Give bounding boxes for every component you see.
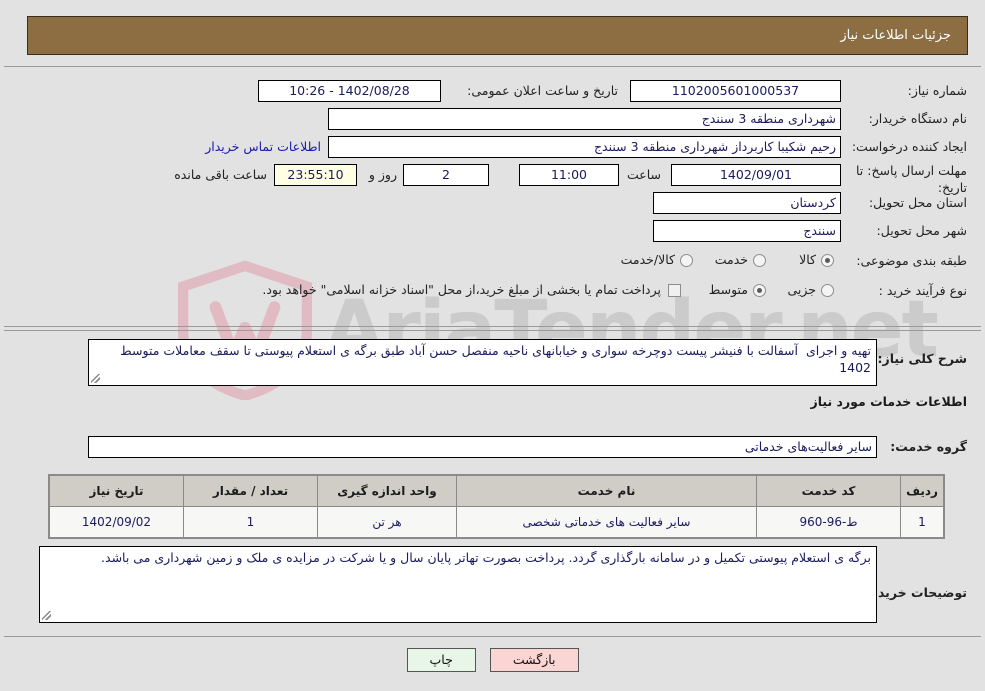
cell-service-code: ط-96-960 xyxy=(756,506,901,538)
delivery-city-field[interactable]: سنندج xyxy=(653,220,841,242)
need-number-field[interactable]: 1102005601000537 xyxy=(630,80,841,102)
page-title-text: جزئیات اطلاعات نیاز xyxy=(840,28,951,43)
need-number-label: شماره نیاز: xyxy=(907,83,967,98)
service-group-field[interactable]: سایر فعالیت‌های خدماتی xyxy=(88,436,877,458)
deadline-date-field[interactable]: 1402/09/01 xyxy=(671,164,841,186)
treasury-docs-checkbox[interactable] xyxy=(668,284,681,297)
cell-quantity: 1 xyxy=(183,506,318,538)
services-table: ردیف کد خدمت نام خدمت واحد اندازه گیری ت… xyxy=(49,475,944,538)
radio-process-motavaset-label: متوسط xyxy=(708,282,748,297)
need-description-label: شرح کلی نیاز: xyxy=(877,351,967,366)
cell-service-name: سایر فعالیت های خدماتی شخصی xyxy=(456,506,757,538)
radio-category-kala-khedmat-label: کالا/خدمت xyxy=(620,252,675,267)
print-button[interactable]: چاپ xyxy=(406,648,476,672)
back-button[interactable]: بازگشت xyxy=(489,648,579,672)
request-creator-field[interactable]: رحیم شکیبا کاربرداز شهرداری منطقه 3 سنند… xyxy=(328,136,841,158)
need-description-textarea[interactable]: تهیه و اجرای آسفالت با فنیشر پیست دوچرخه… xyxy=(88,339,877,386)
response-deadline-label: مهلت ارسال پاسخ: تا تاریخ: xyxy=(856,163,967,195)
purchase-process-label: نوع فرآیند خرید : xyxy=(878,283,967,298)
radio-category-khedmat-label: خدمت xyxy=(714,252,748,267)
radio-category-kala[interactable] xyxy=(821,254,834,267)
th-service-name: نام خدمت xyxy=(456,475,757,507)
radio-process-jozi[interactable] xyxy=(821,284,834,297)
th-need-date: تاریخ نیاز xyxy=(49,475,184,507)
deadline-time-field[interactable]: 11:00 xyxy=(519,164,619,186)
delivery-province-label: استان محل تحویل: xyxy=(868,195,967,210)
service-group-label: گروه خدمت: xyxy=(890,439,967,454)
table-header-row: ردیف کد خدمت نام خدمت واحد اندازه گیری ت… xyxy=(49,475,944,507)
delivery-province-field[interactable]: کردستان xyxy=(653,192,841,214)
subject-category-label: طبقه بندی موضوعی: xyxy=(856,253,967,268)
table-row: 1 ط-96-960 سایر فعالیت های خدماتی شخصی ه… xyxy=(49,506,944,538)
th-service-code: کد خدمت xyxy=(756,475,901,507)
buyer-contact-link[interactable]: اطلاعات تماس خریدار xyxy=(205,139,321,154)
services-section-heading: اطلاعات خدمات مورد نیاز xyxy=(810,394,968,409)
radio-process-jozi-label: جزیی xyxy=(787,282,816,297)
countdown-field: 23:55:10 xyxy=(274,164,357,186)
services-table-wrapper: ردیف کد خدمت نام خدمت واحد اندازه گیری ت… xyxy=(48,474,945,539)
announce-datetime-field[interactable]: 1402/08/28 - 10:26 xyxy=(258,80,441,102)
page-title: جزئیات اطلاعات نیاز xyxy=(27,16,968,55)
radio-category-khedmat[interactable] xyxy=(753,254,766,267)
cell-need-date: 1402/09/02 xyxy=(49,506,184,538)
request-creator-label: ایجاد کننده درخواست: xyxy=(851,139,967,154)
radio-category-kala-khedmat[interactable] xyxy=(680,254,693,267)
buyer-notes-label: توضیحات خریدار: xyxy=(861,585,967,600)
action-button-bar: بازگشت چاپ xyxy=(0,648,985,672)
radio-category-kala-label: کالا xyxy=(799,252,816,267)
days-label: روز و xyxy=(368,167,397,182)
cell-unit: هر تن xyxy=(317,506,457,538)
treasury-docs-label: پرداخت تمام یا بخشی از مبلغ خرید،از محل … xyxy=(262,282,661,297)
radio-process-motavaset[interactable] xyxy=(753,284,766,297)
buyer-org-label: نام دستگاه خریدار: xyxy=(868,111,967,126)
hour-label: ساعت xyxy=(626,167,661,182)
remaining-days-field[interactable]: 2 xyxy=(403,164,489,186)
th-unit: واحد اندازه گیری xyxy=(317,475,457,507)
th-quantity: تعداد / مقدار xyxy=(183,475,318,507)
delivery-city-label: شهر محل تحویل: xyxy=(876,223,967,238)
need-details-panel: شرح کلی نیاز: تهیه و اجرای آسفالت با فنی… xyxy=(4,330,981,637)
remaining-hours-label: ساعت باقی مانده xyxy=(174,167,267,182)
cell-row-number: 1 xyxy=(900,506,944,538)
buyer-org-field[interactable]: شهرداری منطقه 3 سنندج xyxy=(328,108,841,130)
need-summary-panel: شماره نیاز: 1102005601000537 تاریخ و ساع… xyxy=(4,66,981,327)
th-row-number: ردیف xyxy=(900,475,944,507)
announce-datetime-label: تاریخ و ساعت اعلان عمومی: xyxy=(467,83,618,98)
buyer-notes-textarea[interactable]: برگه ی استعلام پیوستی تکمیل و در سامانه … xyxy=(39,546,877,623)
page-root: AriaTender.net جزئیات اطلاعات نیاز شماره… xyxy=(0,0,985,691)
